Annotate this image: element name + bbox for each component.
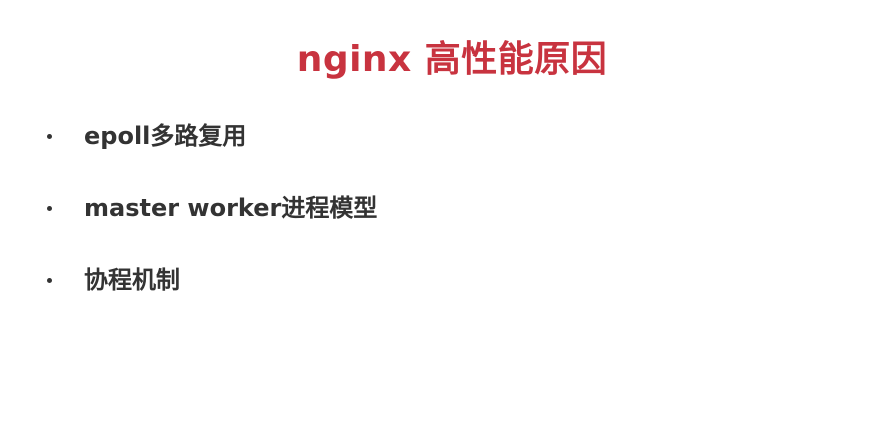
slide: nginx 高性能原因 epoll多路复用 master worker进程模型 … — [0, 0, 892, 427]
slide-title: nginx 高性能原因 — [296, 39, 608, 80]
list-item: master worker进程模型 — [47, 186, 377, 230]
bullet-dot-icon — [47, 277, 52, 283]
bullet-text: master worker进程模型 — [84, 194, 378, 222]
bullet-dot-icon — [47, 205, 52, 211]
bullet-dot-icon — [47, 133, 52, 139]
list-item: 协程机制 — [47, 258, 377, 302]
bullet-list: epoll多路复用 master worker进程模型 协程机制 — [47, 114, 377, 330]
list-item: epoll多路复用 — [47, 114, 377, 158]
bullet-text: 协程机制 — [84, 266, 180, 294]
bullet-text: epoll多路复用 — [84, 122, 247, 150]
